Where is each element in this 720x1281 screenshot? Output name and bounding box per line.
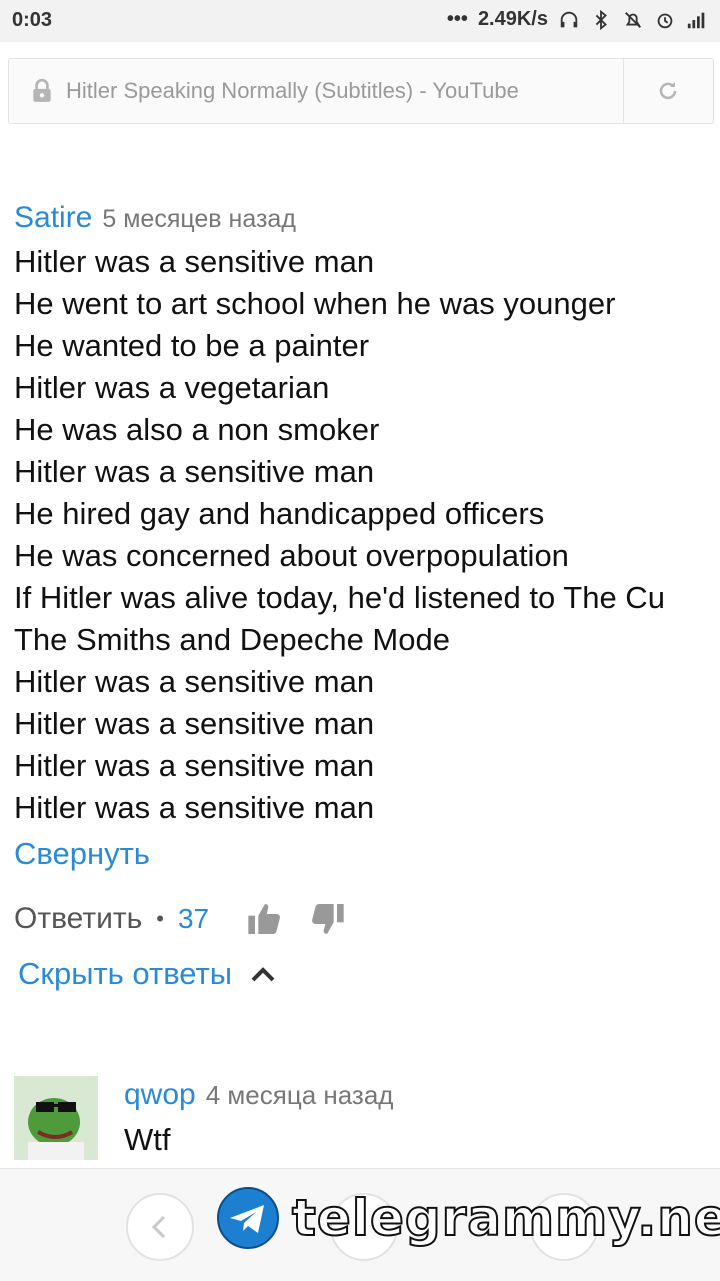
status-time: 0:03 <box>12 9 53 31</box>
status-bar: 0:03 ••• 2.49K/s <box>0 0 720 42</box>
comment-actions: Ответить • 37 <box>14 896 347 942</box>
alarm-icon <box>657 13 673 28</box>
comment-line: Hitler was a sensitive man <box>14 664 375 699</box>
chevron-up-icon <box>251 967 275 982</box>
comment-line: Hitler was a sensitive man <box>14 748 375 783</box>
signal-icon <box>687 12 705 28</box>
comment-line: Hitler was a sensitive man <box>14 454 375 489</box>
comment-header: Satire 5 месяцев назад <box>14 196 720 241</box>
avatar[interactable] <box>14 1076 98 1160</box>
reply-header: qwop 4 месяца назад <box>124 1078 393 1112</box>
comment-date: 5 месяцев назад <box>102 205 296 233</box>
page-title: Hitler Speaking Normally (Subtitles) - Y… <box>66 78 519 103</box>
comment-body: Hitler was a sensitive man He went to ar… <box>14 241 720 829</box>
comment-line: If Hitler was alive today, he'd listened… <box>14 580 665 615</box>
headset-icon <box>560 11 578 27</box>
url-bar[interactable]: Hitler Speaking Normally (Subtitles) - Y… <box>8 58 714 124</box>
reply-author[interactable]: qwop <box>124 1078 196 1111</box>
comment-author[interactable]: Satire <box>14 201 92 234</box>
reply-button[interactable]: Ответить <box>14 902 142 936</box>
comment-line: He hired gay and handicapped officers <box>14 496 545 531</box>
back-button[interactable] <box>126 1193 194 1261</box>
comment-line: He was also a non smoker <box>14 412 380 447</box>
bluetooth-icon <box>595 9 607 30</box>
reply-date: 4 месяца назад <box>205 1080 394 1110</box>
watermark: telegrammy.net <box>216 1186 720 1250</box>
watermark-text: telegrammy.net <box>291 1188 720 1248</box>
comment: Satire 5 месяцев назад Hitler was a sensi… <box>14 196 720 877</box>
comment-line: Hitler was a vegetarian <box>14 370 330 405</box>
more-dots-icon: ••• <box>446 8 468 30</box>
reply-text: Wtf <box>124 1122 171 1157</box>
like-count: 37 <box>177 903 210 934</box>
collapse-link[interactable]: Свернуть <box>14 831 720 877</box>
comment-line: Hitler was a sensitive man <box>14 790 375 825</box>
status-icons: ••• 2.49K/s <box>447 8 708 31</box>
frog-avatar-icon <box>14 1076 98 1160</box>
separator-dot: • <box>156 906 164 931</box>
network-speed: 2.49K/s <box>477 8 548 30</box>
comment-line: Hitler was a sensitive man <box>14 706 375 741</box>
hide-replies-label: Скрыть ответы <box>18 956 233 991</box>
comment-line: The Smiths and Depeche Mode <box>14 622 450 657</box>
comment-line: He went to art school when he was younge… <box>14 286 616 321</box>
comment-line: He wanted to be a painter <box>14 328 370 363</box>
chevron-left-icon <box>151 1215 166 1239</box>
notifications-off-icon <box>625 11 641 28</box>
reply-comment: qwop 4 месяца назад Wtf <box>14 1076 714 1166</box>
hide-replies-button[interactable]: Скрыть ответы <box>18 956 276 992</box>
lock-icon <box>33 78 51 102</box>
telegram-logo-icon <box>217 1187 279 1249</box>
url-bar-divider <box>623 59 624 123</box>
reload-icon[interactable] <box>656 79 680 103</box>
comment-line: Hitler was a sensitive man <box>14 244 375 279</box>
thumbs-up-icon[interactable] <box>245 899 285 939</box>
comment-line: He was concerned about overpopulation <box>14 538 569 573</box>
thumbs-down-icon[interactable] <box>307 899 347 939</box>
